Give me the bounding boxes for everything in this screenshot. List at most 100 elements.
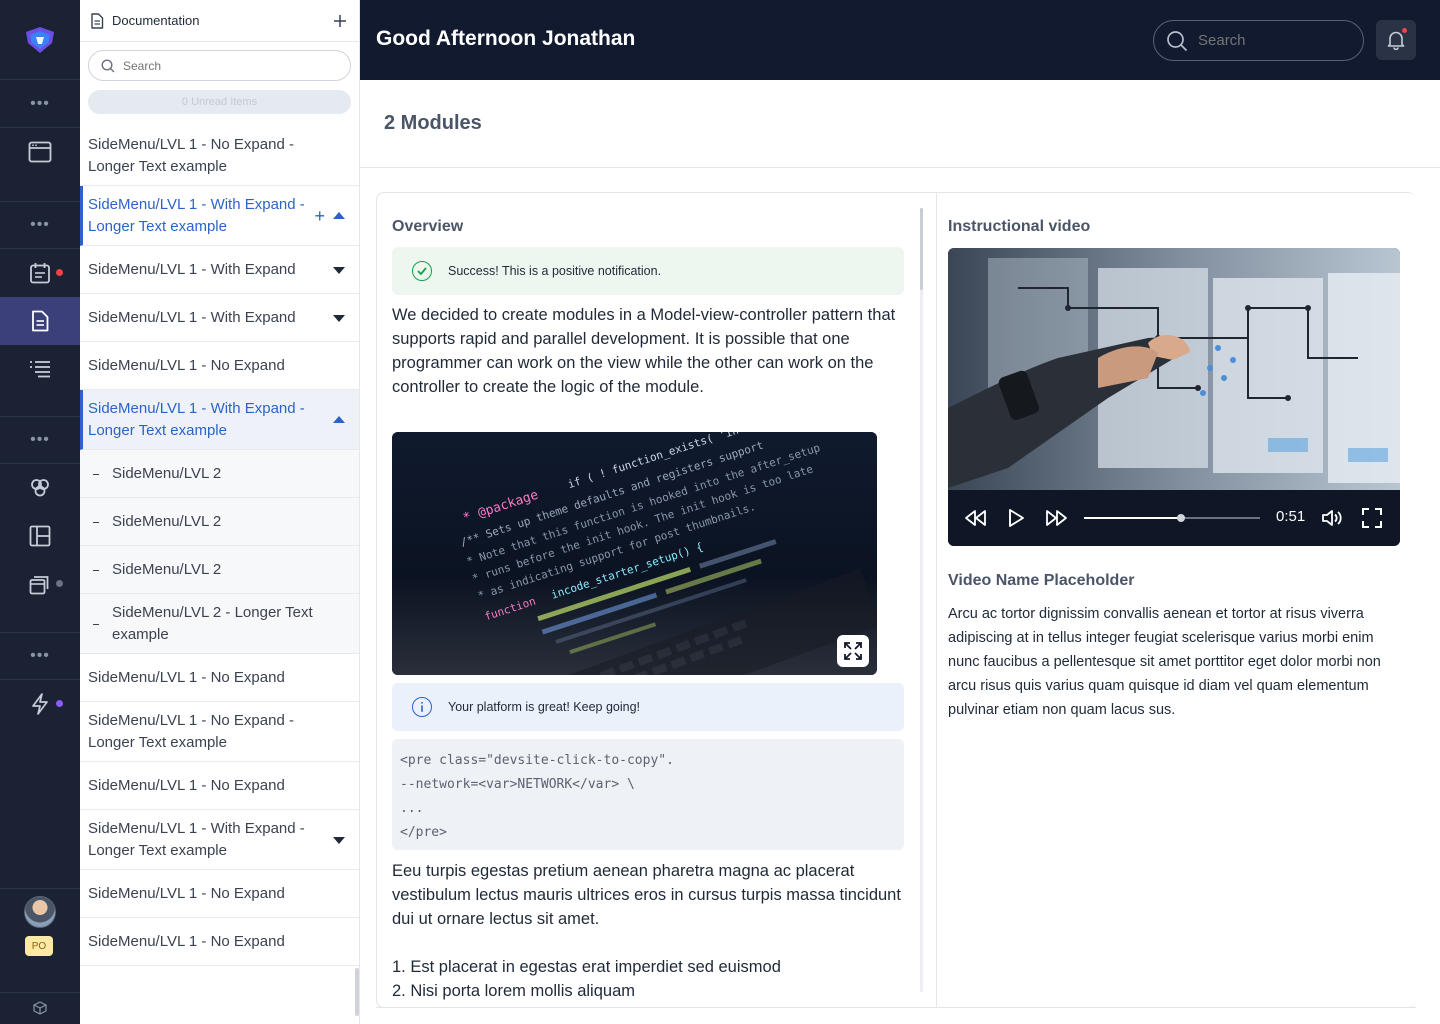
side-menu-header: Documentation bbox=[80, 0, 359, 42]
chevron-up-icon[interactable] bbox=[333, 211, 345, 219]
sidemenu-subitem[interactable]: SideMenu/LVL 2 - Longer Text example bbox=[80, 594, 359, 654]
stack-icon[interactable] bbox=[0, 560, 80, 608]
more-icon[interactable]: ••• bbox=[0, 417, 80, 463]
add-icon[interactable]: + bbox=[314, 207, 325, 225]
sidemenu-item[interactable]: SideMenu/LVL 1 - No Expand bbox=[80, 918, 359, 966]
overview-scroll-track[interactable] bbox=[920, 208, 923, 992]
sidemenu-item[interactable]: SideMenu/LVL 1 - With Expand bbox=[80, 246, 359, 294]
code-screenshot-image: * @package if ( ! function_exists( 'inco… bbox=[392, 432, 877, 675]
overview-scrollbar[interactable] bbox=[920, 208, 923, 290]
check-circle-icon bbox=[412, 261, 432, 281]
sidemenu-item[interactable]: SideMenu/LVL 1 - No Expand bbox=[80, 654, 359, 702]
sidemenu-item-label: SideMenu/LVL 2 bbox=[112, 464, 222, 482]
sidemenu-item-label: SideMenu/LVL 1 - With Expand - Longer Te… bbox=[88, 195, 305, 235]
video-progress-handle[interactable] bbox=[1176, 514, 1185, 522]
bell-icon bbox=[1387, 31, 1405, 50]
document-icon bbox=[91, 12, 104, 29]
greeting: Good Afternoon Jonathan bbox=[376, 27, 636, 50]
sidemenu-item-label: SideMenu/LVL 1 - With Expand - Longer Te… bbox=[88, 819, 305, 859]
fast-forward-button[interactable] bbox=[1040, 490, 1072, 546]
code-block: <pre class="devsite-click-to-copy". --ne… bbox=[392, 739, 904, 850]
info-notification: Your platform is great! Keep going! bbox=[392, 683, 904, 731]
app-rail: ••• ••• ••• ••• PO bbox=[0, 0, 80, 1024]
add-icon[interactable] bbox=[333, 14, 347, 28]
document-icon[interactable] bbox=[0, 297, 80, 345]
video-section-heading: Instructional video bbox=[948, 218, 1091, 235]
global-search[interactable] bbox=[1153, 20, 1364, 61]
sidemenu-item[interactable]: SideMenu/LVL 1 - With Expand - Longer Te… bbox=[80, 810, 359, 870]
side-menu: Documentation 0 Unread Items SideMenu/LV… bbox=[80, 0, 360, 1024]
top-bar: Good Afternoon Jonathan bbox=[360, 0, 1440, 80]
sidemenu-item[interactable]: SideMenu/LVL 1 - No Expand bbox=[80, 342, 359, 390]
fullscreen-button[interactable] bbox=[1356, 490, 1388, 546]
info-notification-text: Your platform is great! Keep going! bbox=[448, 700, 641, 714]
rewind-icon bbox=[965, 510, 986, 526]
play-button[interactable] bbox=[1000, 490, 1032, 546]
page-header: 2 Modules bbox=[360, 80, 1440, 168]
status-dot bbox=[56, 580, 63, 587]
more-icon[interactable]: ••• bbox=[0, 633, 80, 679]
calendar-icon[interactable] bbox=[0, 249, 80, 297]
overview-heading: Overview bbox=[392, 218, 464, 235]
side-menu-search[interactable] bbox=[88, 50, 351, 81]
chevron-up-icon[interactable] bbox=[333, 415, 345, 423]
sidemenu-item-label: SideMenu/LVL 1 - With Expand - Longer Te… bbox=[88, 399, 305, 439]
user-badge: PO bbox=[25, 936, 53, 956]
video-player[interactable]: 0:51 bbox=[948, 248, 1400, 546]
fast-forward-icon bbox=[1046, 510, 1067, 526]
bolt-icon[interactable] bbox=[0, 680, 80, 728]
avatar[interactable] bbox=[24, 896, 56, 928]
status-dot bbox=[56, 700, 63, 707]
list-icon[interactable] bbox=[0, 345, 80, 393]
sidemenu-item-label: SideMenu/LVL 2 - Longer Text example bbox=[112, 603, 313, 643]
sidemenu-item-label: SideMenu/LVL 1 - No Expand bbox=[88, 884, 285, 902]
fullscreen-icon bbox=[1362, 508, 1382, 528]
chevron-down-icon[interactable] bbox=[333, 314, 345, 322]
sidemenu-item[interactable]: SideMenu/LVL 1 - No Expand - Longer Text… bbox=[80, 702, 359, 762]
sidemenu-item-expanded[interactable]: SideMenu/LVL 1 - With Expand - Longer Te… bbox=[80, 186, 359, 246]
chevron-down-icon[interactable] bbox=[333, 266, 345, 274]
chevron-down-icon[interactable] bbox=[333, 836, 345, 844]
success-notification-text: Success! This is a positive notification… bbox=[448, 264, 662, 278]
search-icon bbox=[101, 58, 115, 72]
info-icon bbox=[412, 697, 432, 717]
search-icon bbox=[1167, 30, 1188, 51]
sidemenu-item-label: SideMenu/LVL 1 - With Expand bbox=[88, 260, 296, 278]
unread-items-button[interactable]: 0 Unread Items bbox=[88, 90, 351, 114]
notifications-button[interactable] bbox=[1376, 20, 1416, 60]
volume-icon bbox=[1322, 510, 1342, 526]
fullscreen-image-button[interactable] bbox=[837, 635, 869, 667]
shield-logo-icon bbox=[26, 26, 54, 53]
video-frame[interactable] bbox=[948, 248, 1400, 490]
more-icon[interactable]: ••• bbox=[0, 202, 80, 248]
video-progress-bar[interactable] bbox=[1084, 514, 1260, 522]
side-menu-scrollbar[interactable] bbox=[355, 968, 359, 1016]
sidemenu-item-expanded[interactable]: SideMenu/LVL 1 - With Expand - Longer Te… bbox=[80, 390, 359, 450]
content-area: Overview Success! This is a positive not… bbox=[360, 168, 1440, 1024]
video-progress-fill bbox=[1084, 517, 1181, 519]
sidemenu-item-label: SideMenu/LVL 2 bbox=[112, 512, 222, 530]
app-logo[interactable] bbox=[0, 0, 80, 80]
sidemenu-item[interactable]: SideMenu/LVL 1 - No Expand bbox=[80, 870, 359, 918]
sidemenu-subitem[interactable]: SideMenu/LVL 2 bbox=[80, 498, 359, 546]
global-search-input[interactable] bbox=[1198, 32, 1348, 49]
hexagons-icon[interactable] bbox=[0, 464, 80, 512]
side-menu-search-input[interactable] bbox=[123, 58, 323, 73]
side-menu-title: Documentation bbox=[112, 13, 200, 28]
expand-icon bbox=[844, 642, 862, 660]
sidemenu-item-label: SideMenu/LVL 1 - No Expand - Longer Text… bbox=[88, 135, 294, 175]
sidemenu-item-label: SideMenu/LVL 1 - With Expand bbox=[88, 308, 296, 326]
rewind-button[interactable] bbox=[960, 490, 992, 546]
sidemenu-item[interactable]: SideMenu/LVL 1 - No Expand - Longer Text… bbox=[80, 126, 359, 186]
sidemenu-subitem[interactable]: SideMenu/LVL 2 bbox=[80, 450, 359, 498]
layout-icon[interactable] bbox=[0, 512, 80, 560]
video-title: Video Name Placeholder bbox=[948, 572, 1135, 589]
more-icon[interactable]: ••• bbox=[0, 81, 80, 127]
cube-icon[interactable] bbox=[0, 992, 80, 1024]
sidemenu-subitem[interactable]: SideMenu/LVL 2 bbox=[80, 546, 359, 594]
volume-button[interactable] bbox=[1316, 490, 1348, 546]
window-icon[interactable] bbox=[0, 128, 80, 176]
sidemenu-item[interactable]: SideMenu/LVL 1 - No Expand bbox=[80, 762, 359, 810]
success-notification: Success! This is a positive notification… bbox=[392, 247, 904, 295]
sidemenu-item[interactable]: SideMenu/LVL 1 - With Expand bbox=[80, 294, 359, 342]
